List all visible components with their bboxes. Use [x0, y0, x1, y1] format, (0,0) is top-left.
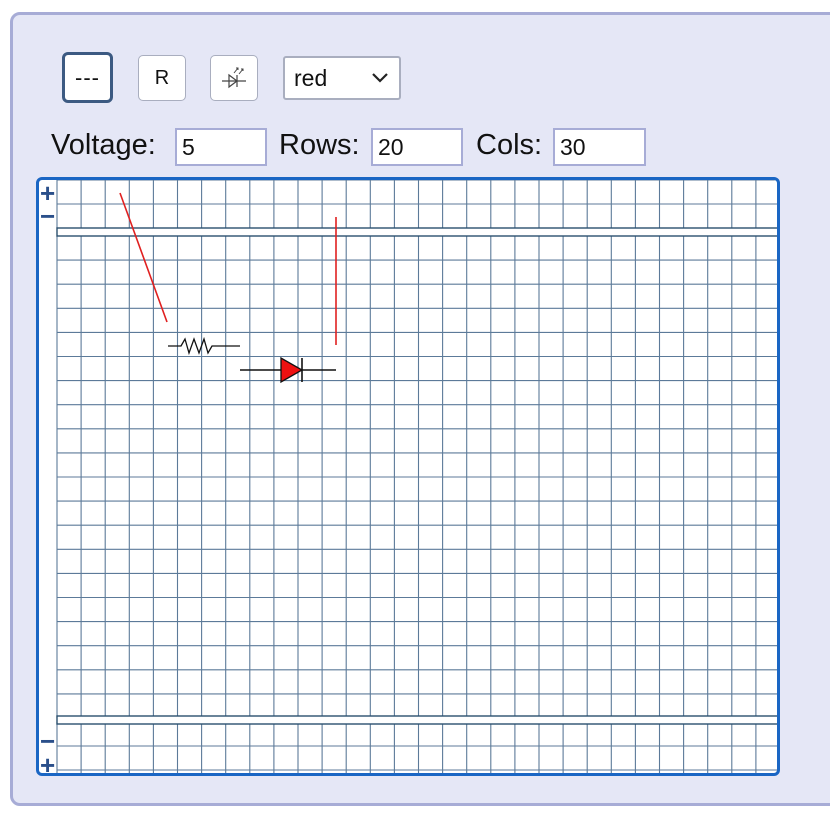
bottom-rail-plus-sign: +	[40, 750, 56, 776]
bottom-rail-bar	[56, 715, 777, 725]
resistor	[168, 336, 240, 356]
breadboard-grid[interactable]	[36, 177, 780, 776]
resistor-tool-button[interactable]: R	[138, 55, 186, 101]
rows-label: Rows:	[279, 129, 360, 161]
breadboard[interactable]: + − − +	[36, 177, 780, 776]
chevron-down-icon	[372, 73, 388, 83]
wire-diagonal	[119, 192, 168, 323]
voltage-input[interactable]: 5	[175, 128, 267, 166]
led-icon	[222, 67, 246, 89]
cols-label: Cols:	[476, 129, 543, 161]
bottom-rail-minus-sign: −	[40, 726, 56, 756]
wire-color-select[interactable]: red	[283, 56, 401, 100]
voltage-label: Voltage:	[51, 129, 156, 161]
top-rail-minus-sign: −	[40, 201, 56, 231]
wire-tool-button[interactable]: ---	[62, 52, 113, 103]
led-tool-button[interactable]	[210, 55, 258, 101]
led-body	[280, 356, 304, 384]
rows-input[interactable]: 20	[371, 128, 463, 166]
wire-color-value: red	[294, 64, 328, 91]
top-rail-plus-sign: +	[40, 178, 56, 208]
top-rail-bar	[56, 227, 777, 237]
grid-lines	[56, 180, 777, 773]
cols-input[interactable]: 30	[553, 128, 646, 166]
